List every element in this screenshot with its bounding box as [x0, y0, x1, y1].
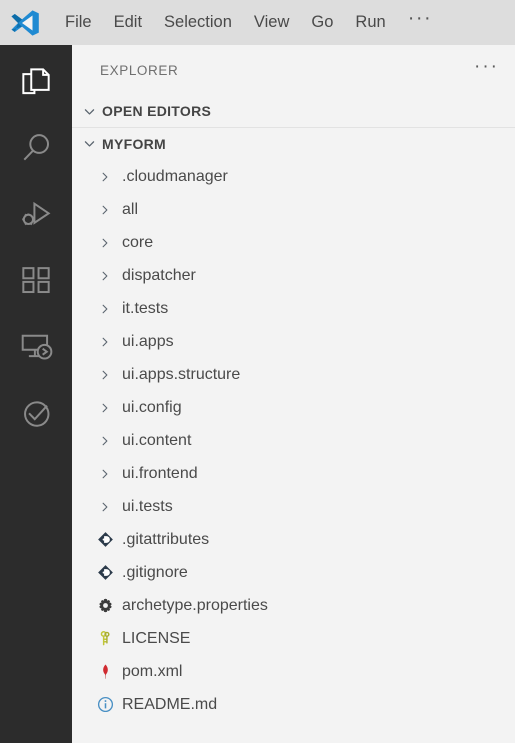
activity-bar-item-search[interactable] [0, 115, 72, 181]
testing-icon [17, 393, 55, 431]
menu-item-file[interactable]: File [54, 10, 103, 35]
menu-item-edit[interactable]: Edit [103, 10, 153, 35]
run-debug-icon [17, 195, 55, 233]
tree-item-label: README.md [122, 695, 218, 713]
sidebar-more-actions-icon[interactable]: ··· [474, 57, 499, 79]
chevron-down-icon [79, 101, 99, 121]
tree-row[interactable]: dispatcher [72, 259, 515, 292]
tree-row[interactable]: archetype.properties [72, 589, 515, 622]
menu-item-selection[interactable]: Selection [153, 10, 243, 35]
chevron-right-icon [94, 199, 116, 221]
chevron-down-icon [79, 134, 99, 154]
tree-item-label: .gitignore [122, 563, 188, 581]
info-circle-icon [94, 694, 116, 716]
section-label-myform: MYFORM [102, 135, 167, 152]
chevron-right-icon [94, 463, 116, 485]
tree-row[interactable]: .gitattributes [72, 523, 515, 556]
chevron-right-icon [94, 232, 116, 254]
tree-item-label: ui.frontend [122, 464, 198, 482]
tree-row[interactable]: ui.content [72, 424, 515, 457]
tree-row[interactable]: README.md [72, 688, 515, 721]
tree-row[interactable]: it.tests [72, 292, 515, 325]
tree-row[interactable]: core [72, 226, 515, 259]
chevron-right-icon [94, 265, 116, 287]
chevron-right-icon [94, 166, 116, 188]
tree-item-label: ui.config [122, 398, 182, 416]
activity-bar-item-extensions[interactable] [0, 247, 72, 313]
activity-bar-item-testing[interactable] [0, 379, 72, 445]
remote-explorer-icon [17, 327, 55, 365]
menu-item-view[interactable]: View [243, 10, 300, 35]
gear-icon [94, 595, 116, 617]
file-tree: .cloudmanager all core dispatcher it.tes… [72, 159, 515, 743]
git-icon [94, 562, 116, 584]
workbench-body: EXPLORER ··· OPEN EDITORS MYFORM .cloudm… [0, 45, 515, 743]
tree-item-label: dispatcher [122, 266, 196, 284]
section-header-myform[interactable]: MYFORM [72, 127, 515, 159]
tree-row[interactable]: pom.xml [72, 655, 515, 688]
menu-item-run[interactable]: Run [344, 10, 396, 35]
extensions-icon [17, 261, 55, 299]
tree-row[interactable]: ui.config [72, 391, 515, 424]
vscode-logo-icon [11, 9, 39, 36]
menu-bar: File Edit Selection View Go Run ··· [0, 0, 515, 45]
maven-feather-icon [94, 661, 116, 683]
vscode-window: File Edit Selection View Go Run ··· EXPL… [0, 0, 515, 743]
activity-bar-item-remote-explorer[interactable] [0, 313, 72, 379]
tree-item-label: archetype.properties [122, 596, 268, 614]
chevron-right-icon [94, 397, 116, 419]
tree-item-label: ui.tests [122, 497, 173, 515]
tree-item-label: ui.apps.structure [122, 365, 241, 383]
tree-item-label: .cloudmanager [122, 167, 228, 185]
tree-row[interactable]: ui.apps [72, 325, 515, 358]
page-title: EXPLORER [100, 62, 179, 78]
sidebar-title-bar: EXPLORER ··· [72, 45, 515, 95]
menu-overflow-icon[interactable]: ··· [397, 8, 443, 34]
tree-row[interactable]: ui.tests [72, 490, 515, 523]
tree-row[interactable]: all [72, 193, 515, 226]
activity-bar-item-run-and-debug[interactable] [0, 181, 72, 247]
tree-item-label: all [122, 200, 139, 218]
files-icon [17, 63, 55, 101]
section-header-open-editors[interactable]: OPEN EDITORS [72, 95, 515, 127]
key-icon [94, 628, 116, 650]
activity-bar-item-explorer[interactable] [0, 49, 72, 115]
tree-row[interactable]: .gitignore [72, 556, 515, 589]
tree-item-label: .gitattributes [122, 530, 210, 548]
chevron-right-icon [94, 331, 116, 353]
tree-row[interactable]: ui.frontend [72, 457, 515, 490]
tree-row[interactable]: ui.apps.structure [72, 358, 515, 391]
chevron-right-icon [94, 298, 116, 320]
activity-bar [0, 45, 72, 743]
tree-item-label: core [122, 233, 154, 251]
search-icon [17, 129, 55, 167]
git-icon [94, 529, 116, 551]
chevron-right-icon [94, 430, 116, 452]
tree-row[interactable]: LICENSE [72, 622, 515, 655]
tree-row[interactable]: .cloudmanager [72, 160, 515, 193]
chevron-right-icon [94, 496, 116, 518]
chevron-right-icon [94, 364, 116, 386]
explorer-sidebar: EXPLORER ··· OPEN EDITORS MYFORM .cloudm… [72, 45, 515, 743]
tree-item-label: pom.xml [122, 662, 183, 680]
tree-item-label: ui.content [122, 431, 192, 449]
menu-item-go[interactable]: Go [300, 10, 344, 35]
tree-item-label: LICENSE [122, 629, 191, 647]
section-label-open-editors: OPEN EDITORS [102, 103, 212, 119]
tree-item-label: ui.apps [122, 332, 174, 350]
tree-item-label: it.tests [122, 299, 169, 317]
